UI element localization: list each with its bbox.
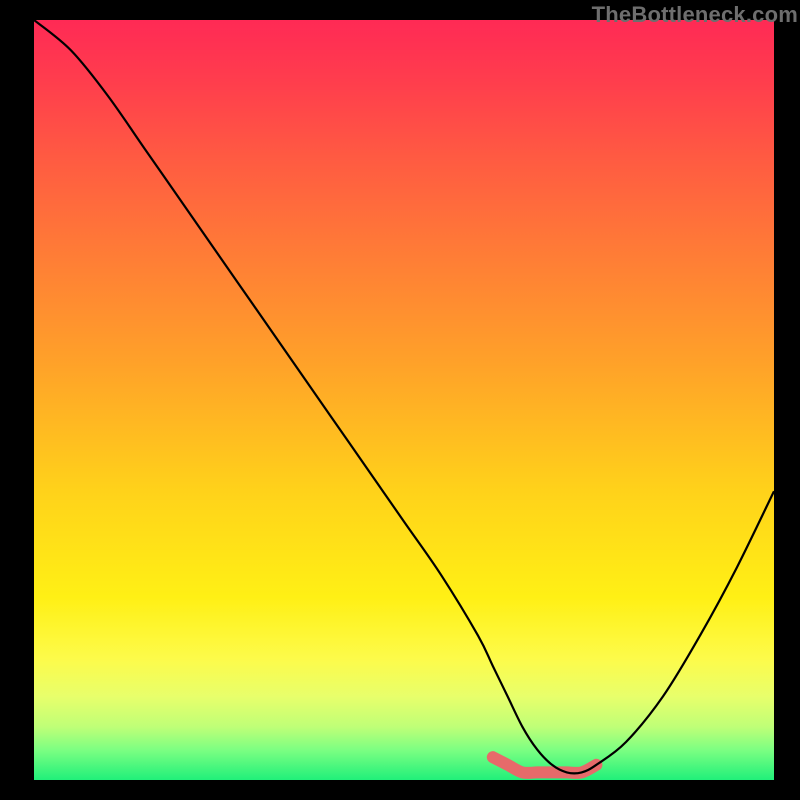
watermark-text: TheBottleneck.com [592, 2, 798, 28]
bottleneck-curve [34, 20, 774, 773]
chart-svg [34, 20, 774, 780]
chart-frame [34, 20, 774, 780]
